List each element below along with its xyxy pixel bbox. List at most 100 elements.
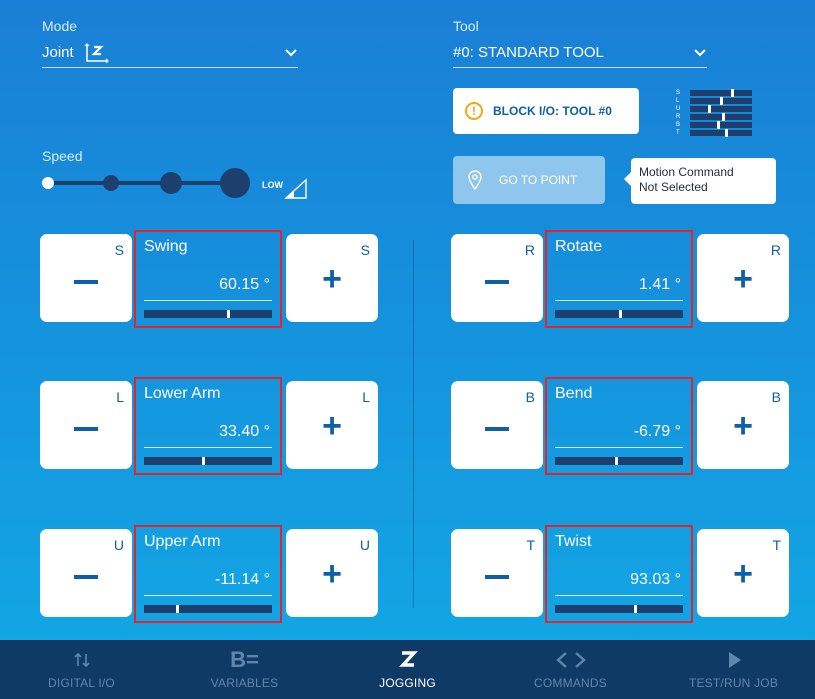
plus-icon: + bbox=[733, 407, 753, 445]
minus-icon bbox=[485, 575, 509, 579]
nav-commands[interactable]: COMMANDS bbox=[489, 640, 652, 699]
swing-axis-panel[interactable]: Swing 60.15 ° bbox=[134, 230, 282, 328]
axis-underline bbox=[555, 300, 683, 301]
meter-tick bbox=[716, 121, 720, 129]
minus-icon bbox=[74, 280, 98, 284]
axis-letter: L bbox=[116, 389, 124, 405]
plus-icon: + bbox=[733, 555, 753, 593]
location-pin-icon bbox=[467, 170, 483, 191]
axis-name: Upper Arm bbox=[144, 533, 221, 550]
plus-icon: + bbox=[322, 555, 342, 593]
axis-name: Rotate bbox=[555, 238, 603, 255]
commands-icon bbox=[554, 650, 588, 670]
meter-letter: R bbox=[676, 114, 681, 120]
lower-arm-minus-button[interactable]: L bbox=[40, 381, 132, 469]
twist-axis-panel[interactable]: Twist 93.03 ° bbox=[545, 525, 693, 623]
nav-test-run-job[interactable]: TEST/RUN JOB bbox=[652, 640, 815, 699]
mode-dropdown[interactable]: Joint bbox=[42, 38, 298, 68]
axis-letter: B bbox=[525, 389, 535, 405]
minus-icon bbox=[74, 575, 98, 579]
tool-dropdown[interactable]: #0: STANDARD TOOL bbox=[453, 38, 707, 68]
rotate-plus-button[interactable]: R + bbox=[697, 234, 789, 322]
meter-row bbox=[690, 129, 752, 137]
bottom-nav: DIGITAL I/O B= VARIABLES JOGGING COMMAND… bbox=[0, 640, 815, 699]
meter-row bbox=[690, 89, 752, 97]
axis-value: 33.40 ° bbox=[219, 423, 270, 440]
meter-row bbox=[690, 113, 752, 121]
twist-plus-button[interactable]: T + bbox=[697, 529, 789, 617]
swing-minus-button[interactable]: S bbox=[40, 234, 132, 322]
axis-position-bar bbox=[555, 605, 683, 613]
meter-tick bbox=[707, 105, 711, 113]
axis-name: Lower Arm bbox=[144, 385, 221, 402]
speed-step-4[interactable] bbox=[220, 168, 250, 198]
nav-label: JOGGING bbox=[379, 675, 436, 690]
axis-position-bar bbox=[144, 310, 272, 318]
axis-letter: T bbox=[526, 537, 535, 553]
upper-arm-axis-panel[interactable]: Upper Arm -11.14 ° bbox=[134, 525, 282, 623]
meter-tick bbox=[719, 97, 723, 105]
axis-underline bbox=[144, 595, 272, 596]
meter-letter: U bbox=[676, 106, 681, 112]
tool-label: Tool bbox=[453, 18, 479, 34]
tooltip-line-2: Not Selected bbox=[639, 180, 708, 194]
axis-position-meter: SLURBT bbox=[676, 86, 756, 140]
twist-minus-button[interactable]: T bbox=[451, 529, 543, 617]
column-divider bbox=[413, 240, 414, 608]
speed-step-2[interactable] bbox=[103, 175, 119, 191]
meter-letter: S bbox=[676, 90, 681, 96]
warning-icon: ! bbox=[465, 102, 483, 120]
axis-letter: R bbox=[770, 242, 781, 258]
speed-step-3[interactable] bbox=[160, 172, 182, 194]
tool-value: #0: STANDARD TOOL bbox=[453, 44, 604, 61]
rotate-minus-button[interactable]: R bbox=[451, 234, 543, 322]
meter-row bbox=[690, 105, 752, 113]
upper-arm-plus-button[interactable]: U + bbox=[286, 529, 378, 617]
nav-label: COMMANDS bbox=[534, 675, 607, 690]
bend-plus-button[interactable]: B + bbox=[697, 381, 789, 469]
axis-underline bbox=[144, 447, 272, 448]
rotate-axis-panel[interactable]: Rotate 1.41 ° bbox=[545, 230, 693, 328]
go-to-point-label: GO TO POINT bbox=[499, 173, 578, 187]
block-io-button[interactable]: ! BLOCK I/O: TOOL #0 bbox=[453, 88, 639, 134]
axis-underline bbox=[144, 300, 272, 301]
nav-digital-io[interactable]: DIGITAL I/O bbox=[0, 640, 163, 699]
lower-arm-axis-panel[interactable]: Lower Arm 33.40 ° bbox=[134, 377, 282, 475]
speed-track bbox=[48, 181, 238, 185]
axis-letter: S bbox=[114, 242, 124, 258]
bend-axis-panel[interactable]: Bend -6.79 ° bbox=[545, 377, 693, 475]
chevron-down-icon bbox=[284, 46, 298, 60]
axis-value: -6.79 ° bbox=[633, 423, 681, 440]
speed-slider[interactable] bbox=[42, 164, 252, 200]
minus-icon bbox=[485, 280, 509, 284]
bend-minus-button[interactable]: B bbox=[451, 381, 543, 469]
upper-arm-minus-button[interactable]: U bbox=[40, 529, 132, 617]
joint-axes-icon bbox=[84, 42, 110, 64]
axis-name: Bend bbox=[555, 385, 593, 402]
axis-name: Swing bbox=[144, 238, 188, 255]
nav-label: VARIABLES bbox=[210, 675, 279, 690]
speed-level-text: LOW bbox=[262, 180, 283, 190]
meter-letter: T bbox=[676, 130, 680, 136]
nav-variables[interactable]: B= VARIABLES bbox=[163, 640, 326, 699]
lower-arm-plus-button[interactable]: L + bbox=[286, 381, 378, 469]
nav-jogging[interactable]: JOGGING bbox=[326, 640, 489, 699]
plus-icon: + bbox=[322, 260, 342, 298]
meter-row bbox=[690, 97, 752, 105]
axis-value: 1.41 ° bbox=[639, 276, 681, 293]
plus-icon: + bbox=[322, 407, 342, 445]
speed-label: Speed bbox=[42, 148, 83, 164]
swing-plus-button[interactable]: S + bbox=[286, 234, 378, 322]
axis-letter: B bbox=[771, 389, 781, 405]
speed-knob[interactable] bbox=[42, 177, 54, 189]
axis-position-marker bbox=[619, 310, 622, 318]
axis-letter: U bbox=[113, 537, 124, 553]
axis-value: 60.15 ° bbox=[219, 276, 270, 293]
meter-row bbox=[690, 121, 752, 129]
chevron-down-icon bbox=[693, 46, 707, 60]
nav-label: DIGITAL I/O bbox=[48, 675, 115, 690]
axis-position-marker bbox=[615, 457, 619, 465]
mode-value: Joint bbox=[42, 44, 74, 61]
go-to-point-button[interactable]: GO TO POINT bbox=[453, 156, 605, 204]
meter-tick bbox=[731, 89, 735, 97]
